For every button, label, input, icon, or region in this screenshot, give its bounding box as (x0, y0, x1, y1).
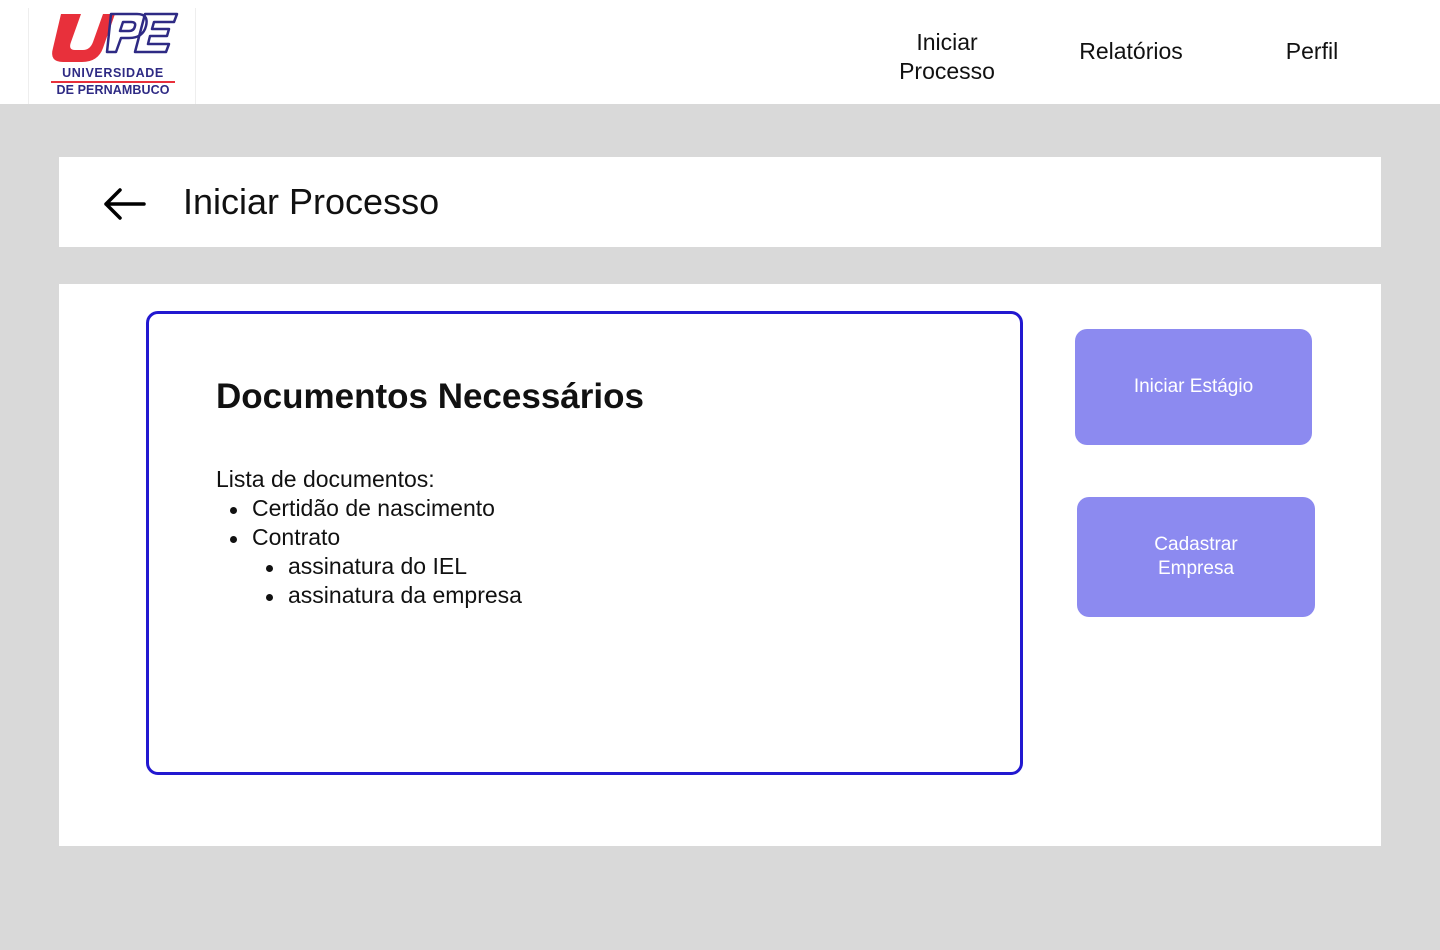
nav-relatorios[interactable]: Relatórios (1061, 37, 1201, 66)
nav-perfil[interactable]: Perfil (1252, 37, 1372, 66)
bullet-icon (266, 565, 273, 572)
cadastrar-empresa-label: Cadastrar Empresa (1154, 534, 1238, 579)
logo-line-1: UNIVERSIDADE (62, 66, 164, 80)
bullet-icon (266, 594, 273, 601)
logo-line-2: DE PERNAMBUCO (56, 83, 170, 97)
nav-iniciar-processo[interactable]: Iniciar Processo (877, 28, 1017, 86)
bullet-icon (230, 536, 237, 543)
document-item: Contrato (252, 524, 341, 550)
top-navigation-bar: UNIVERSIDADE DE PERNAMBUCO Iniciar Proce… (0, 0, 1440, 104)
iniciar-estagio-label: Iniciar Estágio (1133, 376, 1254, 397)
back-button[interactable] (100, 184, 148, 224)
cadastrar-empresa-button[interactable]: Cadastrar Empresa (1077, 497, 1315, 617)
nav-perfil-label: Perfil (1285, 38, 1339, 64)
page-title: Iniciar Processo (183, 181, 440, 222)
document-item: Certidão de nascimento (252, 495, 495, 521)
nav-iniciar-processo-label: Iniciar Processo (899, 29, 995, 84)
document-subitem: assinatura do IEL (288, 553, 468, 579)
arrow-left-icon (104, 188, 146, 220)
nav-relatorios-label: Relatórios (1079, 38, 1183, 64)
bullet-icon (230, 507, 237, 514)
document-subitem: assinatura da empresa (288, 582, 522, 608)
upe-logo[interactable]: UNIVERSIDADE DE PERNAMBUCO (28, 8, 196, 104)
documents-title: Documentos Necessários (216, 377, 644, 416)
documents-intro: Lista de documentos: (216, 466, 435, 492)
iniciar-estagio-button[interactable]: Iniciar Estágio (1075, 329, 1312, 445)
upe-logo-mark (52, 12, 179, 62)
